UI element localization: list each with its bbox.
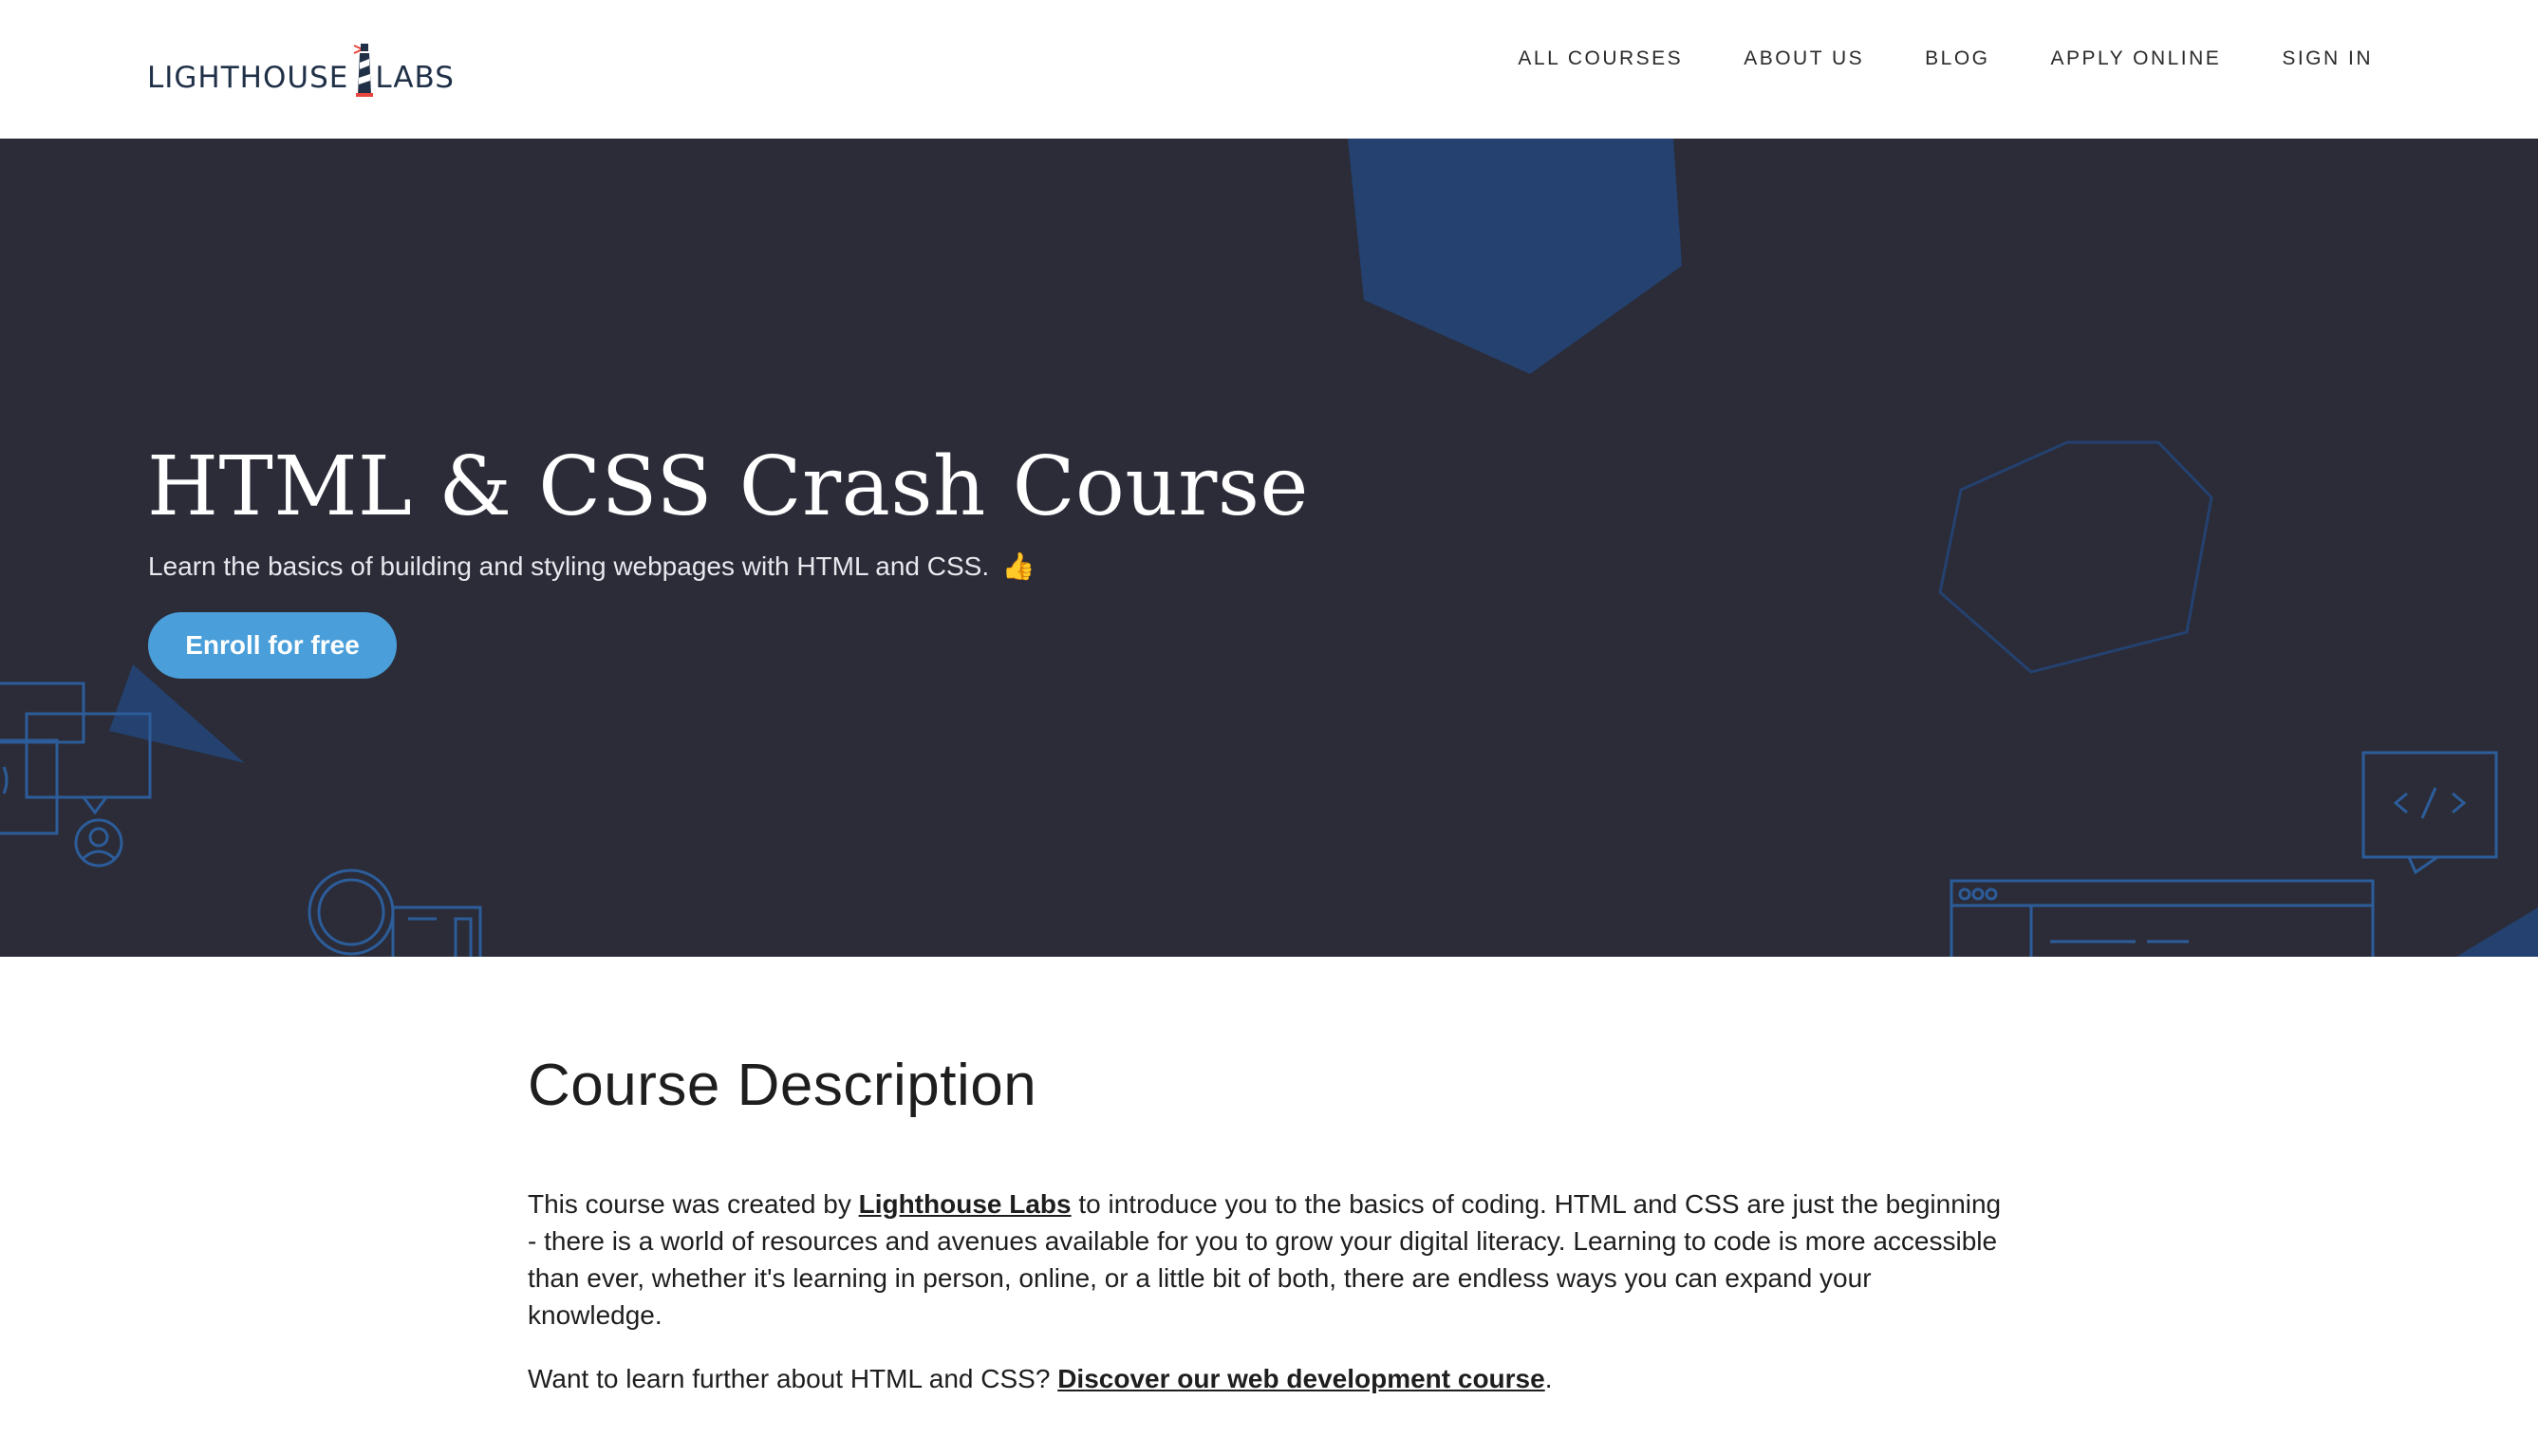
hero-decoration (0, 139, 2538, 957)
hexagon-outline (1938, 440, 2213, 674)
hero-subtitle-text: Learn the basics of building and styling… (148, 551, 990, 581)
browser-window-icon (1950, 879, 2375, 957)
nav-sign-in[interactable]: SIGN IN (2282, 47, 2373, 70)
p2-before: Want to learn further about HTML and CSS… (528, 1364, 1058, 1393)
pentagon-shape (1348, 139, 1682, 374)
web-dev-course-link[interactable]: Discover our web development course (1057, 1364, 1545, 1393)
logo-text-right: LABS (375, 61, 455, 95)
site-header: LIGHTHOUSE LABS ALL COURSES ABOUT US BLO… (0, 0, 2538, 139)
p2-after: . (1544, 1364, 1553, 1393)
hero-subtitle: Learn the basics of building and styling… (148, 551, 1036, 582)
main-nav: ALL COURSES ABOUT US BLOG APPLY ONLINE S… (1518, 47, 2373, 70)
magnifier-icon (308, 868, 482, 957)
section-heading: Course Description (528, 1053, 1037, 1118)
nav-about-us[interactable]: ABOUT US (1744, 47, 1864, 70)
nav-blog[interactable]: BLOG (1925, 47, 1989, 70)
corner-shape (2456, 907, 2538, 957)
logo[interactable]: LIGHTHOUSE LABS (147, 32, 454, 99)
course-description: Course Description This course was creat… (528, 1052, 2008, 1397)
description-paragraph: This course was created by Lighthouse La… (528, 1185, 2008, 1334)
code-bubble-icon (2361, 751, 2498, 875)
hero-title: HTML & CSS Crash Course (147, 439, 1309, 534)
enroll-button[interactable]: Enroll for free (148, 612, 397, 679)
lighthouse-labs-link[interactable]: Lighthouse Labs (859, 1189, 1072, 1219)
p1-before: This course was created by (528, 1189, 859, 1219)
hero-banner: HTML & CSS Crash Course Learn the basics… (0, 139, 2538, 957)
nav-all-courses[interactable]: ALL COURSES (1518, 47, 1683, 70)
thumbs-up-icon: 👍 (1001, 551, 1036, 581)
further-learning-paragraph: Want to learn further about HTML and CSS… (528, 1360, 2008, 1397)
nav-apply-online[interactable]: APPLY ONLINE (2051, 47, 2222, 70)
lighthouse-icon (352, 40, 374, 99)
logo-text-left: LIGHTHOUSE (147, 61, 349, 95)
